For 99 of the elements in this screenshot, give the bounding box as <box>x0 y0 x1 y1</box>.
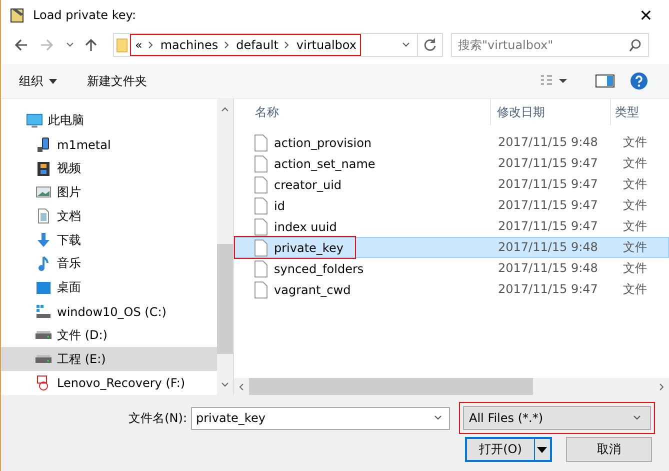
file-name: vagrant_cwd <box>274 282 351 296</box>
sidebar-item[interactable]: 文档 <box>1 204 217 228</box>
scroll-right-icon[interactable] <box>659 382 664 390</box>
file-type: 文件 <box>622 134 648 151</box>
sidebar-item[interactable]: 此电脑 <box>1 109 217 133</box>
file-type: 文件 <box>622 155 648 172</box>
scrollbar[interactable] <box>234 378 669 395</box>
file-icon <box>254 218 268 236</box>
computer-icon <box>26 112 43 129</box>
film-icon <box>35 160 52 177</box>
file-type-dropdown[interactable]: All Files (*.*) <box>463 406 651 430</box>
file-icon <box>254 280 268 298</box>
file-type: 文件 <box>622 197 648 214</box>
new-folder-button[interactable]: 新建文件夹 <box>83 70 151 92</box>
file-row[interactable]: creator_uid 2017/11/15 9:47 文件 <box>234 174 669 195</box>
file-type: 文件 <box>622 281 648 298</box>
scroll-up-icon[interactable] <box>221 107 229 112</box>
filename-label: 文件名(N): <box>128 410 188 426</box>
sidebar-item[interactable]: window10_OS (C:) <box>1 300 217 324</box>
help-icon[interactable] <box>629 72 649 90</box>
chevron-right-icon <box>148 40 154 50</box>
file-name: action_provision <box>274 136 372 150</box>
file-date: 2017/11/15 9:47 <box>497 176 599 193</box>
image-icon <box>35 184 52 200</box>
scrollbar[interactable] <box>217 99 233 395</box>
breadcrumb[interactable]: virtualbox <box>296 38 356 52</box>
file-row[interactable]: id 2017/11/15 9:47 文件 <box>234 195 669 216</box>
file-row[interactable]: action_provision 2017/11/15 9:48 文件 <box>234 132 669 153</box>
file-name: id <box>274 198 285 212</box>
preview-pane-icon[interactable] <box>595 72 615 90</box>
file-icon <box>254 154 268 172</box>
file-name: action_set_name <box>274 156 376 170</box>
drive-icon <box>35 304 52 320</box>
file-name: private_key <box>274 240 344 254</box>
cancel-button[interactable]: 取消 <box>566 437 652 462</box>
column-header[interactable]: 名称 <box>234 99 490 125</box>
file-row[interactable]: synced_folders 2017/11/15 9:48 文件 <box>234 258 669 279</box>
file-date: 2017/11/15 9:47 <box>497 197 599 214</box>
file-type: 文件 <box>622 239 648 256</box>
drive-icon <box>35 331 52 340</box>
phone-icon <box>35 136 52 153</box>
sidebar-item[interactable]: 下载 <box>1 228 217 252</box>
scroll-left-icon[interactable] <box>239 382 244 390</box>
overflow-chevron[interactable]: « <box>135 38 142 52</box>
drive-icon <box>35 355 52 364</box>
file-icon <box>254 238 268 256</box>
file-date: 2017/11/15 9:48 <box>497 134 599 151</box>
file-row[interactable]: private_key 2017/11/15 9:48 文件 <box>234 237 669 258</box>
desktop-icon <box>35 280 52 296</box>
file-date: 2017/11/15 9:47 <box>497 218 599 235</box>
chevron-right-icon <box>284 40 290 50</box>
sidebar-item[interactable]: m1metal <box>1 132 217 157</box>
file-row[interactable]: action_set_name 2017/11/15 9:47 文件 <box>234 153 669 174</box>
sidebar-item[interactable]: 音乐 <box>1 252 217 276</box>
file-icon <box>254 196 268 214</box>
sidebar-item[interactable]: 图片 <box>1 180 217 204</box>
up-icon[interactable] <box>83 37 99 53</box>
file-date: 2017/11/15 9:47 <box>497 281 599 298</box>
caret-icon <box>49 78 57 84</box>
caret-icon <box>537 446 547 452</box>
search-icon <box>628 38 642 52</box>
down-arrow-icon <box>35 232 52 248</box>
close-button[interactable]: ✕ <box>623 0 669 30</box>
file-name: synced_folders <box>274 262 364 276</box>
document-icon <box>35 208 52 224</box>
breadcrumb[interactable]: machines <box>160 38 218 52</box>
search-box[interactable]: 搜索"virtualbox" <box>451 33 649 57</box>
scroll-down-icon[interactable] <box>221 382 229 387</box>
file-row[interactable]: vagrant_cwd 2017/11/15 9:47 文件 <box>234 279 669 300</box>
file-row[interactable]: index uuid 2017/11/15 9:47 文件 <box>234 216 669 237</box>
back-icon[interactable] <box>13 37 29 53</box>
column-header[interactable]: 类型 <box>610 99 669 125</box>
file-name: creator_uid <box>274 178 342 192</box>
filename-combo-box[interactable]: private_key <box>191 406 450 430</box>
file-date: 2017/11/15 9:48 <box>497 239 599 256</box>
open-menu-button[interactable] <box>535 437 552 462</box>
file-type: 文件 <box>622 176 648 193</box>
folder-icon <box>116 36 128 54</box>
file-icon <box>254 176 268 194</box>
filename-field[interactable]: private_key <box>192 410 433 426</box>
sidebar-item[interactable]: 视频 <box>1 156 217 180</box>
open-button[interactable]: 打开(O) <box>465 437 535 462</box>
file-name: index uuid <box>274 220 337 234</box>
column-header[interactable]: 修改日期 <box>490 99 610 125</box>
file-icon <box>254 260 268 278</box>
sidebar-item[interactable]: 文件 (D:) <box>1 323 217 348</box>
sidebar-item[interactable]: 工程 (E:) <box>1 347 217 372</box>
window-title: Load private key: <box>33 8 138 22</box>
file-type: 文件 <box>622 260 648 277</box>
sidebar-item[interactable]: Lenovo_Recovery (F:) <box>1 371 217 395</box>
file-date: 2017/11/15 9:47 <box>497 155 599 172</box>
organize-menu[interactable]: 组织 <box>15 70 61 92</box>
sidebar-item[interactable]: 桌面 <box>1 276 217 300</box>
file-icon <box>254 134 268 152</box>
address-bar[interactable]: « machines default virtualbox <box>113 33 443 57</box>
breadcrumb[interactable]: default <box>236 38 278 52</box>
file-date: 2017/11/15 9:48 <box>497 260 599 277</box>
file-type: 文件 <box>622 218 648 235</box>
chevron-right-icon <box>224 40 230 50</box>
